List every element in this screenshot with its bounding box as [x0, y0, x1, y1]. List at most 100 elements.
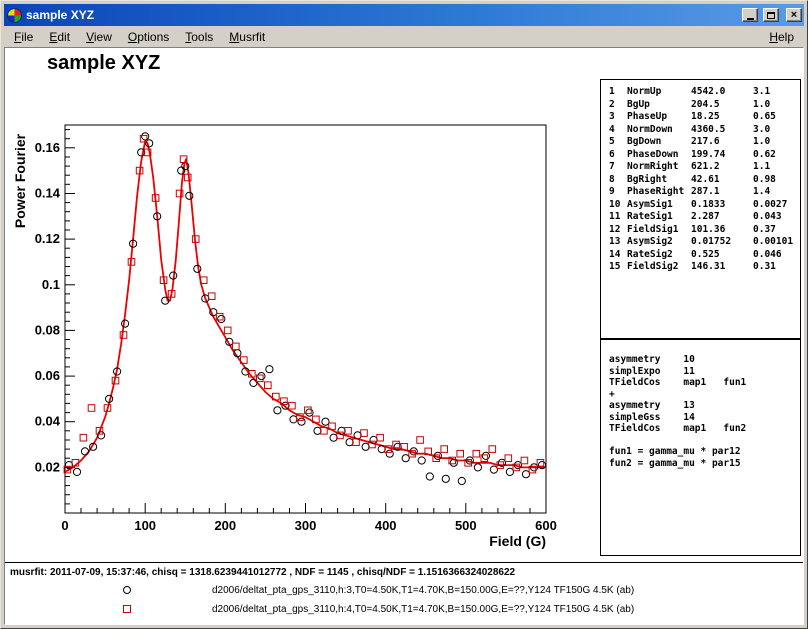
menu-item-file[interactable]: File	[6, 28, 41, 46]
theory-line: fun2 = gamma_mu * par15	[609, 458, 800, 470]
param-name: NormUp	[627, 86, 691, 99]
param-value: 204.5	[691, 99, 753, 112]
window-frame: sample XYZ × FileEditViewOptionsToolsMus…	[0, 0, 808, 629]
plot-area[interactable]: 01002003004005006000.020.040.060.080.10.…	[5, 48, 585, 564]
param-error: 3.0	[753, 124, 800, 137]
param-value: 101.36	[691, 224, 753, 237]
y-tick-label: 0.1	[42, 277, 60, 292]
param-row: 2BgUp204.51.0	[609, 99, 800, 112]
param-value: 217.6	[691, 136, 753, 149]
param-no: 8	[609, 174, 627, 187]
param-row: 4NormDown4360.53.0	[609, 124, 800, 137]
theory-line: simpleGss 14	[609, 412, 800, 424]
param-no: 3	[609, 111, 627, 124]
minimize-button[interactable]	[742, 8, 758, 22]
param-value: 0.01752	[691, 236, 753, 249]
param-error: 0.043	[753, 211, 800, 224]
param-error: 1.1	[753, 161, 800, 174]
param-no: 14	[609, 249, 627, 262]
param-no: 1	[609, 86, 627, 99]
maximize-button[interactable]	[763, 8, 779, 22]
y-tick-label: 0.06	[35, 368, 60, 383]
x-tick-label: 0	[61, 518, 68, 533]
param-value: 621.2	[691, 161, 753, 174]
param-value: 0.525	[691, 249, 753, 262]
x-tick-label: 500	[455, 518, 477, 533]
param-value: 2.287	[691, 211, 753, 224]
x-tick-label: 600	[535, 518, 557, 533]
param-name: FieldSig2	[627, 261, 691, 274]
param-name: BgUp	[627, 99, 691, 112]
param-name: RateSig1	[627, 211, 691, 224]
menu-item-tools[interactable]: Tools	[177, 28, 221, 46]
legend-entry: d2006/deltat_pta_gps_3110,h:4,T0=4.50K,T…	[5, 604, 803, 616]
param-error: 0.98	[753, 174, 800, 187]
menu-item-edit[interactable]: Edit	[41, 28, 78, 46]
param-row: 14RateSig20.5250.046	[609, 249, 800, 262]
close-icon: ×	[791, 10, 797, 20]
param-row: 8BgRight42.610.98	[609, 174, 800, 187]
param-name: RateSig2	[627, 249, 691, 262]
param-no: 12	[609, 224, 627, 237]
legend-entry: d2006/deltat_pta_gps_3110,h:3,T0=4.50K,T…	[5, 585, 803, 597]
theory-line: TFieldCos map1 fun2	[609, 423, 800, 435]
menu-item-help[interactable]: Help	[761, 28, 802, 46]
param-error: 1.0	[753, 136, 800, 149]
menu-item-musrfit[interactable]: Musrfit	[221, 28, 273, 46]
param-value: 0.1833	[691, 199, 753, 212]
param-value: 42.61	[691, 174, 753, 187]
param-value: 4542.0	[691, 86, 753, 99]
x-tick-label: 300	[295, 518, 317, 533]
theory-line: +	[609, 389, 800, 401]
param-no: 7	[609, 161, 627, 174]
param-no: 9	[609, 186, 627, 199]
param-name: BgRight	[627, 174, 691, 187]
titlebar[interactable]: sample XYZ ×	[4, 4, 804, 26]
y-tick-label: 0.04	[35, 414, 61, 429]
param-row: 10AsymSig10.18330.0027	[609, 199, 800, 212]
theory-line: TFieldCos map1 fun1	[609, 377, 800, 389]
close-button[interactable]: ×	[786, 8, 802, 22]
param-value: 287.1	[691, 186, 753, 199]
param-value: 146.31	[691, 261, 753, 274]
param-row: 1NormUp4542.03.1	[609, 86, 800, 99]
theory-box: asymmetry 10simplExpo 11TFieldCos map1 f…	[600, 339, 801, 556]
menubar: FileEditViewOptionsToolsMusrfit Help	[4, 26, 804, 47]
param-error: 0.37	[753, 224, 800, 237]
param-row: 5BgDown217.61.0	[609, 136, 800, 149]
param-error: 0.31	[753, 261, 800, 274]
param-value: 18.25	[691, 111, 753, 124]
param-name: NormDown	[627, 124, 691, 137]
theory-line: simplExpo 11	[609, 366, 800, 378]
theory-line: asymmetry 10	[609, 354, 800, 366]
y-axis-title: Power Fourier	[12, 133, 28, 228]
param-no: 15	[609, 261, 627, 274]
param-no: 5	[609, 136, 627, 149]
param-row: 15FieldSig2146.310.31	[609, 261, 800, 274]
y-tick-label: 0.08	[35, 322, 60, 337]
param-name: PhaseDown	[627, 149, 691, 162]
x-tick-label: 400	[375, 518, 397, 533]
canvas: sample XYZ 01002003004005006000.020.040.…	[4, 47, 804, 625]
x-tick-label: 100	[134, 518, 156, 533]
legend-open-square-icon	[123, 605, 131, 613]
param-box: 1NormUp4542.03.12BgUp204.51.03PhaseUp18.…	[600, 79, 801, 339]
param-no: 10	[609, 199, 627, 212]
param-value: 199.74	[691, 149, 753, 162]
menu-item-options[interactable]: Options	[120, 28, 177, 46]
param-row: 7NormRight621.21.1	[609, 161, 800, 174]
y-tick-label: 0.14	[35, 186, 61, 201]
data-series-1	[64, 135, 544, 473]
param-error: 1.4	[753, 186, 800, 199]
menu-item-view[interactable]: View	[78, 28, 120, 46]
app-icon[interactable]	[7, 8, 22, 23]
x-tick-label: 200	[214, 518, 236, 533]
theory-line: fun1 = gamma_mu * par12	[609, 446, 800, 458]
legend-label: d2006/deltat_pta_gps_3110,h:4,T0=4.50K,T…	[212, 604, 634, 615]
window-title: sample XYZ	[26, 8, 737, 22]
param-error: 0.62	[753, 149, 800, 162]
param-name: NormRight	[627, 161, 691, 174]
param-row: 3PhaseUp18.250.65	[609, 111, 800, 124]
y-tick-label: 0.16	[35, 140, 60, 155]
y-tick-label: 0.12	[35, 231, 60, 246]
